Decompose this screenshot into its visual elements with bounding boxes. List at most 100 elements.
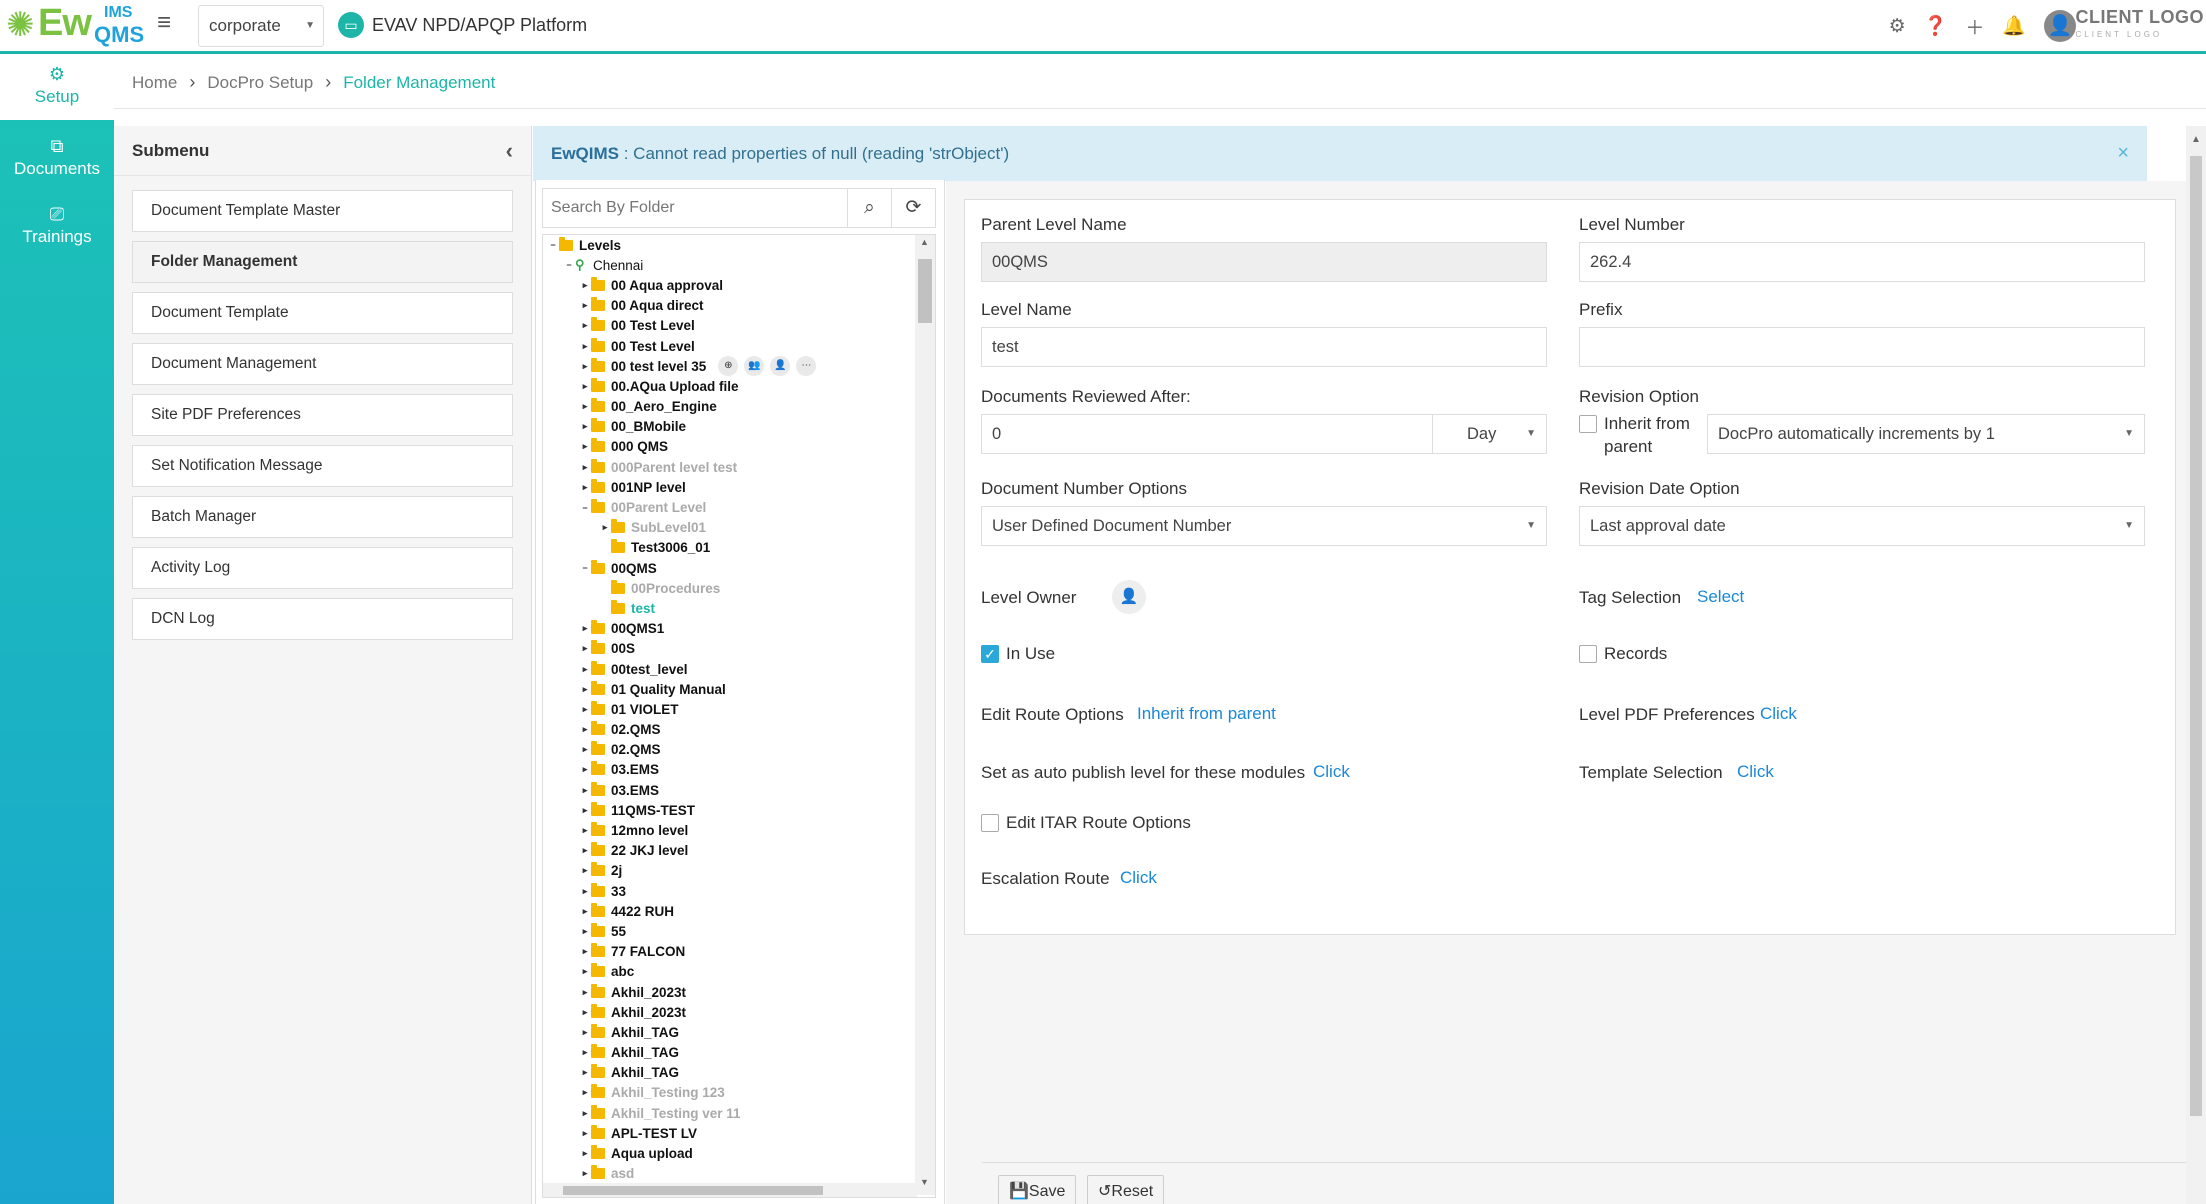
docs-reviewed-unit-select[interactable]: Day ▼ — [1432, 414, 1547, 454]
tree-node[interactable]: ▸ 01 Quality Manual — [543, 679, 917, 699]
tree-node[interactable]: ▸ 33 — [543, 881, 917, 901]
tree-node[interactable]: 00Procedures — [543, 578, 917, 598]
tree-node[interactable]: ▸ 000 QMS — [543, 437, 917, 457]
collapse-icon[interactable]: − — [579, 503, 591, 513]
inherit-from-parent-checkbox[interactable] — [1579, 415, 1597, 433]
tree-node[interactable]: ▸ 01 VIOLET — [543, 699, 917, 719]
rail-item-documents[interactable]: ⧉ Documents — [0, 130, 114, 190]
tree-node[interactable]: ▸ 00 test level 35 ⊕ 👥 👤 ⋯ — [543, 356, 917, 377]
level-pdf-preferences-link[interactable]: Click — [1760, 704, 1797, 724]
expand-icon[interactable]: ▸ — [579, 865, 591, 876]
group-icon[interactable]: 👥 — [744, 356, 765, 377]
expand-icon[interactable]: ▸ — [579, 280, 591, 291]
tree-node[interactable]: ▸ asd — [543, 1164, 917, 1184]
tree-node[interactable]: ▸ 2j — [543, 861, 917, 881]
expand-icon[interactable]: ▸ — [579, 926, 591, 937]
in-use-checkbox[interactable]: ✓ — [981, 645, 999, 663]
scroll-down-icon[interactable]: ▼ — [920, 1177, 929, 1187]
tree-node[interactable]: ▸ APL-TEST LV — [543, 1123, 917, 1143]
add-icon[interactable]: ⊕ — [718, 356, 739, 377]
folder-search-input[interactable] — [543, 189, 847, 227]
expand-icon[interactable]: ▸ — [579, 744, 591, 755]
tree-node[interactable]: ▸ 03.EMS — [543, 760, 917, 780]
level-name-field[interactable]: test — [981, 327, 1547, 367]
records-checkbox[interactable] — [1579, 645, 1597, 663]
tree-node[interactable]: ▸ 00 Test Level — [543, 336, 917, 356]
submenu-item-activity-log[interactable]: Activity Log — [132, 547, 513, 589]
tree-node[interactable]: ▸ 00 Test Level — [543, 316, 917, 336]
expand-icon[interactable]: ▸ — [579, 643, 591, 654]
refresh-icon[interactable]: ⟳ — [891, 189, 935, 227]
rail-item-setup[interactable]: ⚙ Setup — [0, 54, 114, 120]
scroll-up-icon[interactable]: ▲ — [920, 237, 929, 247]
escalation-route-link[interactable]: Click — [1120, 868, 1157, 888]
submenu-item-document-template-master[interactable]: Document Template Master — [132, 190, 513, 232]
tree-node[interactable]: ▸ SubLevel01 — [543, 518, 917, 538]
expand-icon[interactable]: ▸ — [579, 300, 591, 311]
submenu-item-batch-manager[interactable]: Batch Manager — [132, 496, 513, 538]
collapse-icon[interactable]: − — [563, 260, 575, 270]
tree-node[interactable]: − 00Parent Level — [543, 497, 917, 517]
revision-date-option-select[interactable]: Last approval date ▼ — [1579, 506, 2145, 546]
expand-icon[interactable]: ▸ — [579, 845, 591, 856]
tree-horizontal-scrollbar[interactable] — [543, 1183, 917, 1197]
settings-icon[interactable]: ⚙ — [1889, 15, 1906, 38]
submenu-item-site-pdf-preferences[interactable]: Site PDF Preferences — [132, 394, 513, 436]
tree-node[interactable]: ▸ 00S — [543, 639, 917, 659]
tree-node[interactable]: ▸ 4422 RUH — [543, 901, 917, 921]
more-icon[interactable]: ⋯ — [796, 356, 817, 377]
expand-icon[interactable]: ▸ — [579, 987, 591, 998]
tree-node[interactable]: ▸ abc — [543, 962, 917, 982]
expand-icon[interactable]: ▸ — [579, 886, 591, 897]
submenu-item-dcn-log[interactable]: DCN Log — [132, 598, 513, 640]
collapse-icon[interactable]: − — [579, 563, 591, 573]
bell-icon[interactable]: 🔔 — [2002, 14, 2026, 38]
prefix-field[interactable] — [1579, 327, 2145, 367]
scroll-up-icon[interactable]: ▲ — [2191, 134, 2201, 145]
tree-node[interactable]: ▸ 00test_level — [543, 659, 917, 679]
expand-icon[interactable]: ▸ — [579, 462, 591, 473]
org-select[interactable]: corporate ▼ — [198, 5, 324, 47]
expand-icon[interactable]: ▸ — [579, 785, 591, 796]
scroll-thumb[interactable] — [563, 1186, 823, 1195]
tree-vertical-scrollbar[interactable]: ▲ ▼ — [915, 235, 935, 1195]
template-selection-link[interactable]: Click — [1737, 762, 1774, 782]
tree-node[interactable]: ▸ Akhil_Testing 123 — [543, 1083, 917, 1103]
submenu-item-set-notification-message[interactable]: Set Notification Message — [132, 445, 513, 487]
expand-icon[interactable]: ▸ — [579, 664, 591, 675]
edit-itar-route-checkbox[interactable] — [981, 814, 999, 832]
save-button[interactable]: 💾Save — [998, 1175, 1077, 1204]
expand-icon[interactable]: ▸ — [579, 764, 591, 775]
expand-icon[interactable]: ▸ — [579, 1148, 591, 1159]
tree-node[interactable]: ▸ 02.QMS — [543, 720, 917, 740]
tree-node[interactable]: − 00QMS — [543, 558, 917, 578]
expand-icon[interactable]: ▸ — [579, 704, 591, 715]
expand-icon[interactable]: ▸ — [579, 421, 591, 432]
submenu-item-document-template[interactable]: Document Template — [132, 292, 513, 334]
expand-icon[interactable]: ▸ — [579, 482, 591, 493]
auto-publish-link[interactable]: Click — [1313, 762, 1350, 782]
expand-icon[interactable]: ▸ — [599, 522, 611, 533]
page-vertical-scrollbar[interactable]: ▲ — [2186, 126, 2206, 1204]
platform-indicator[interactable]: ▭ EVAV NPD/APQP Platform — [338, 10, 587, 40]
add-user-icon[interactable]: 👤 — [1112, 580, 1146, 614]
help-icon[interactable]: ❓ — [1924, 14, 1948, 38]
tree-node[interactable]: ▸ Aqua upload — [543, 1143, 917, 1163]
tree-node[interactable]: ▸ Akhil_2023t — [543, 1002, 917, 1022]
tree-node[interactable]: ▸ 22 JKJ level — [543, 841, 917, 861]
expand-icon[interactable]: ▸ — [579, 1168, 591, 1179]
rail-item-trainings[interactable]: ⎚ Trainings — [0, 198, 114, 258]
tree-node[interactable]: ▸ 000Parent level test — [543, 457, 917, 477]
expand-icon[interactable]: ▸ — [579, 320, 591, 331]
expand-icon[interactable]: ▸ — [579, 825, 591, 836]
tree-node[interactable]: ▸ 00QMS1 — [543, 619, 917, 639]
tree-node[interactable]: ▸ 00 Aqua approval — [543, 275, 917, 295]
expand-icon[interactable]: ▸ — [579, 381, 591, 392]
tree-node[interactable]: ▸ Akhil_TAG — [543, 1043, 917, 1063]
expand-icon[interactable]: ▸ — [579, 1087, 591, 1098]
doc-number-options-select[interactable]: User Defined Document Number ▼ — [981, 506, 1547, 546]
tree-node[interactable]: ▸ Akhil_TAG — [543, 1063, 917, 1083]
expand-icon[interactable]: ▸ — [579, 966, 591, 977]
tree-node[interactable]: ▸ 77 FALCON — [543, 942, 917, 962]
expand-icon[interactable]: ▸ — [579, 684, 591, 695]
